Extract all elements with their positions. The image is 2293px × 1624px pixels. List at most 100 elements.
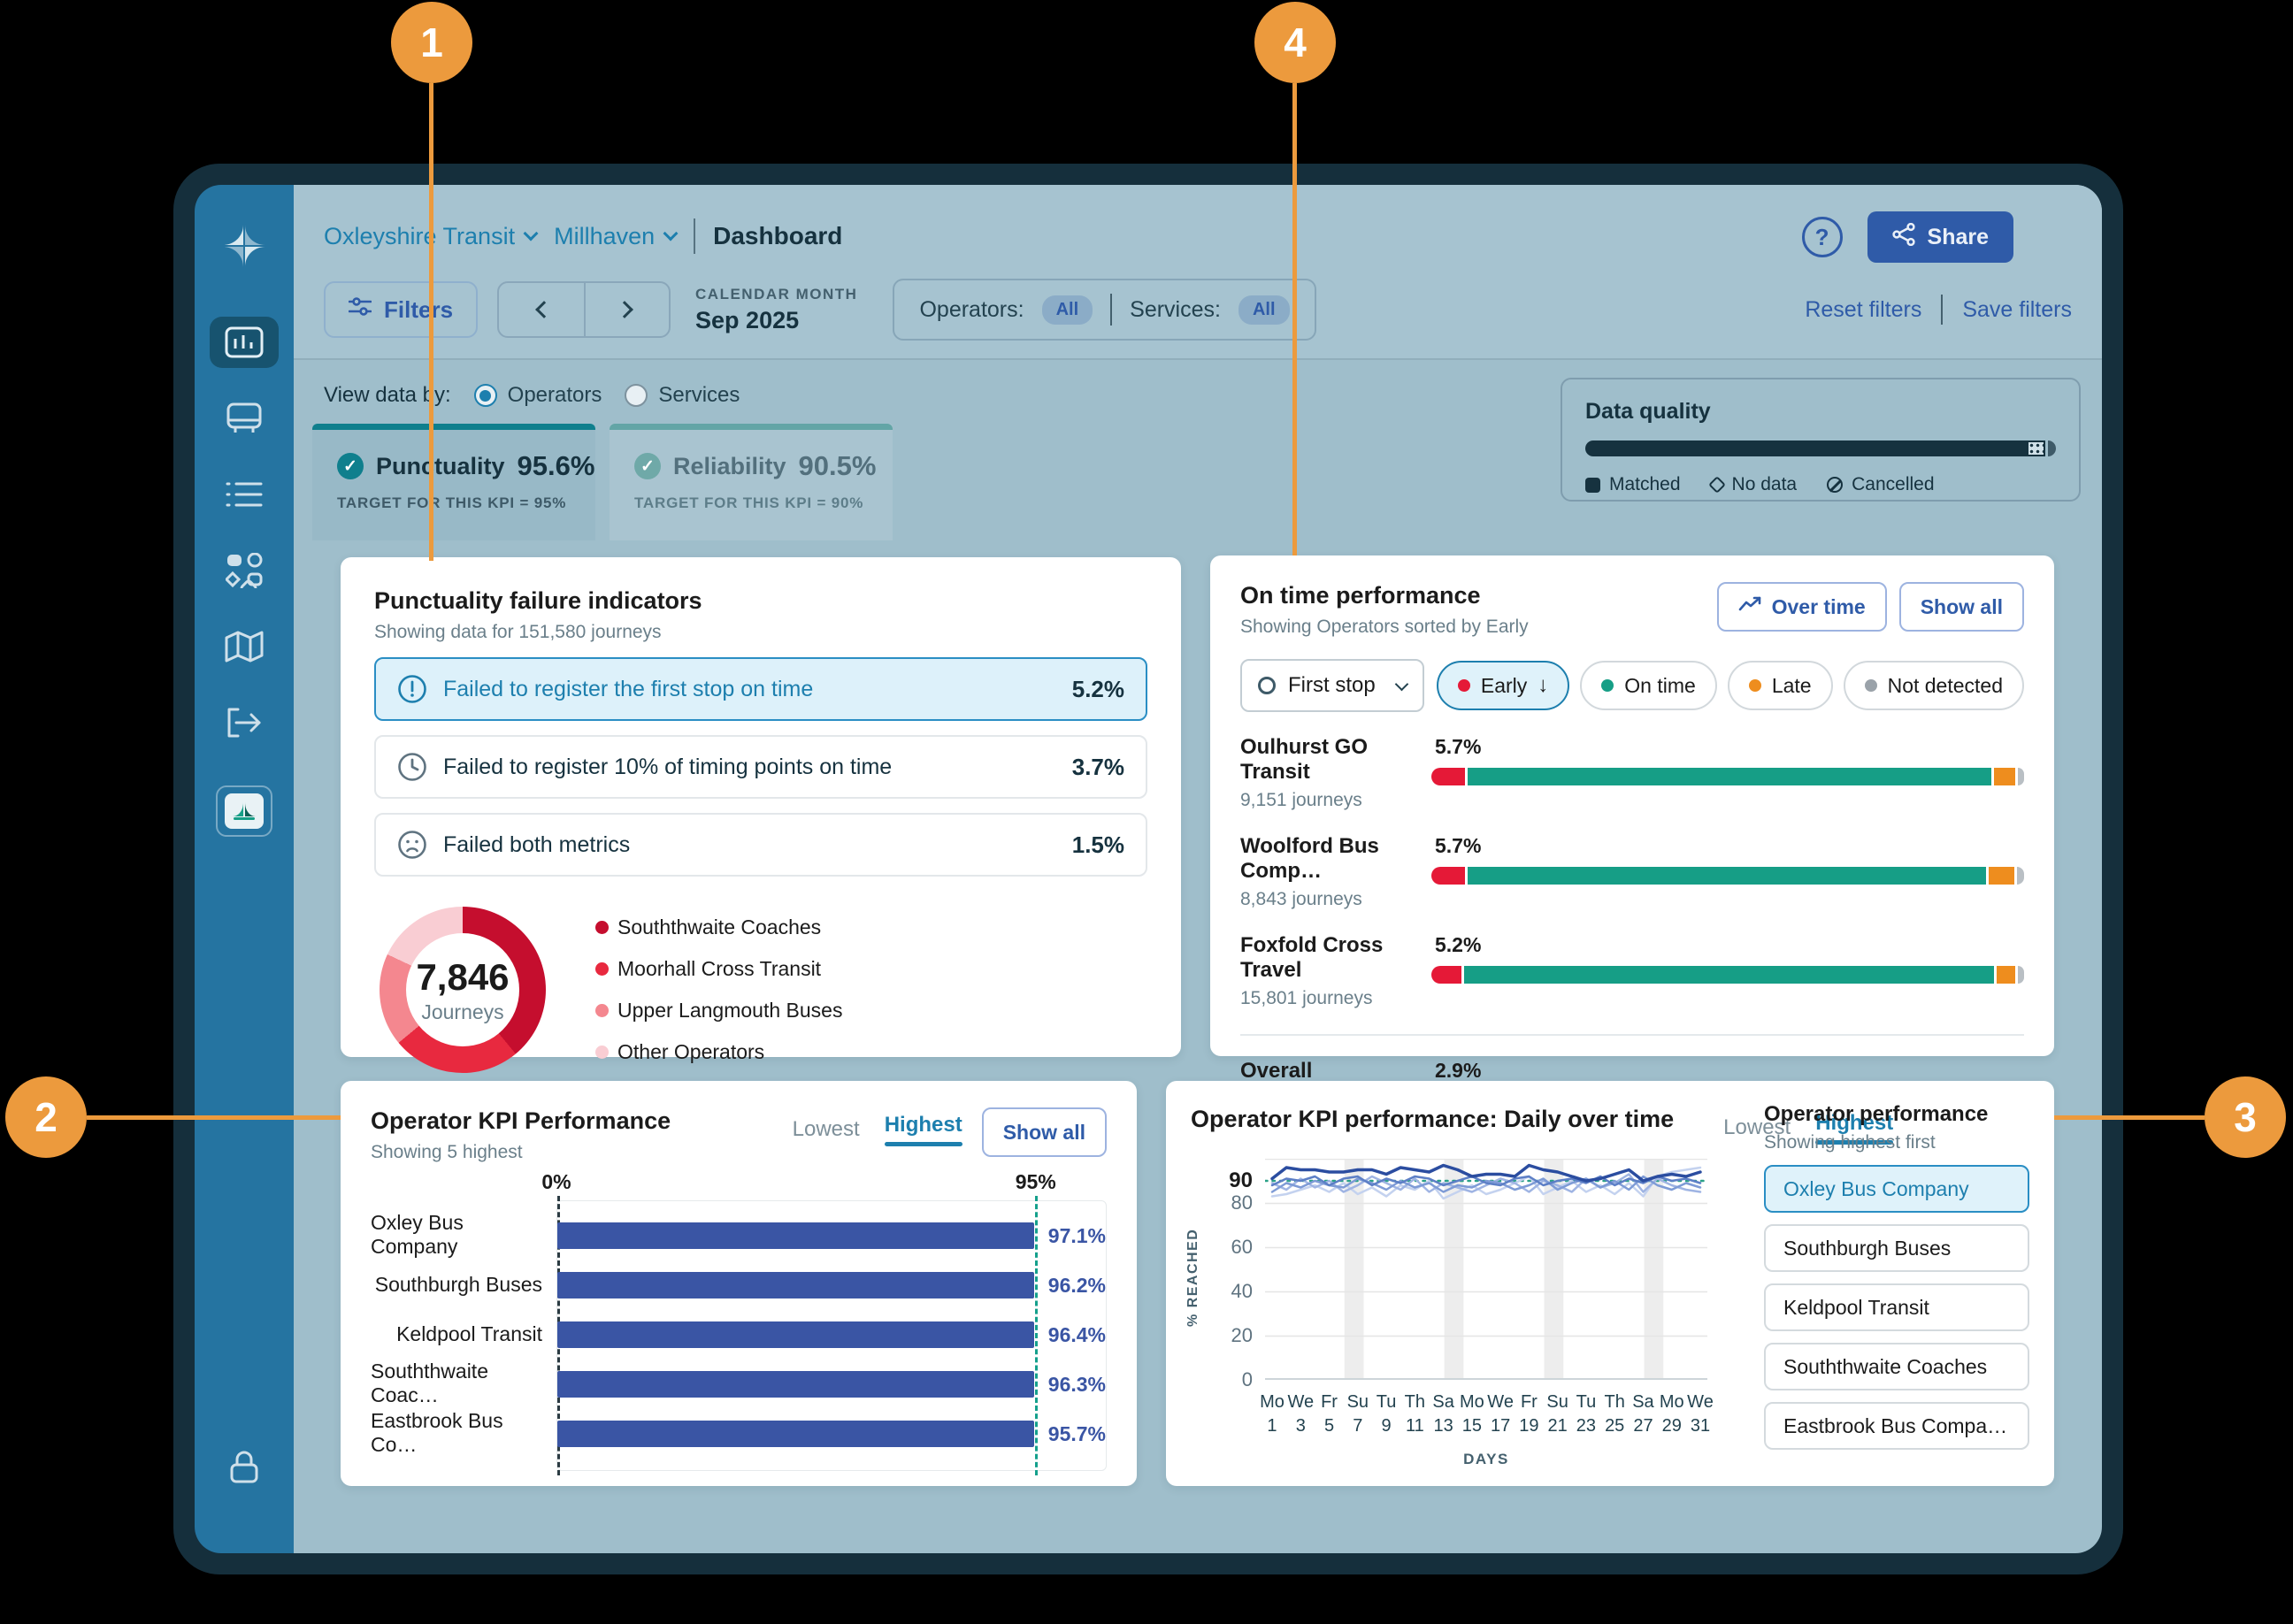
bar-chart-icon <box>225 326 264 358</box>
alert-circle-icon <box>397 674 427 704</box>
callout-1-line <box>429 83 433 561</box>
bar-names: Oxley Bus CompanySouthburgh BusesKeldpoo… <box>371 1200 556 1471</box>
bar-category-label: Southburgh Buses <box>371 1271 556 1298</box>
sidebar-item-vehicles[interactable] <box>210 393 279 444</box>
chevron-right-icon <box>616 301 633 318</box>
reset-filters-link[interactable]: Reset filters <box>1805 297 1921 323</box>
failure-label: Failed both metrics <box>443 832 630 858</box>
donut-legend-item: Moorhall Cross Transit <box>595 957 842 981</box>
radio-services[interactable]: Services <box>625 383 740 408</box>
sidebar <box>195 185 294 1553</box>
sidebar-item-components[interactable] <box>210 545 279 596</box>
tab-punctuality[interactable]: ✓ Punctuality 95.6% TARGET FOR THIS KPI … <box>312 424 595 540</box>
tab-reliability[interactable]: ✓ Reliability 90.5% TARGET FOR THIS KPI … <box>610 424 893 540</box>
otp-operator: Woolford Bus Comp…8,843 journeys <box>1240 834 1431 910</box>
sidebar-item-app-badge[interactable] <box>216 785 272 837</box>
bar-value-label: 96.2% <box>1048 1274 1106 1298</box>
x-tick-label: Sa13 <box>1432 1390 1453 1438</box>
bar-category-label: Keldpool Transit <box>371 1321 556 1347</box>
sidebar-item-map[interactable] <box>210 621 279 672</box>
lock-icon <box>229 1451 259 1484</box>
kpi-tabs: ✓ Punctuality 95.6% TARGET FOR THIS KPI … <box>312 424 893 540</box>
operator-list-item[interactable]: Keldpool Transit <box>1764 1283 2029 1331</box>
otp-stacked-bar <box>1431 867 2024 885</box>
services-all-chip[interactable]: All <box>1239 295 1290 325</box>
bar-value-label: 97.1% <box>1048 1224 1106 1248</box>
region-selector[interactable]: Millhaven <box>554 223 676 250</box>
y-tick-label: 40 <box>1231 1280 1253 1303</box>
callout-4-line <box>1292 83 1297 555</box>
operator-list-item[interactable]: Oxley Bus Company <box>1764 1165 2029 1213</box>
operator-performance-panel: Operator performance Showing highest fir… <box>1764 1102 2029 1450</box>
x-tick-label: We17 <box>1487 1390 1514 1438</box>
operators-all-chip[interactable]: All <box>1042 295 1093 325</box>
frown-icon <box>397 830 427 860</box>
operator-list-item[interactable]: Southburgh Buses <box>1764 1224 2029 1272</box>
early-segment <box>1431 867 1465 885</box>
stop-type-dropdown[interactable]: First stop <box>1240 659 1424 712</box>
early-percent-label: 2.9% <box>1435 1059 2024 1083</box>
journeys-count: 9,151 journeys <box>1240 790 1431 811</box>
y-tick-label: 90 <box>1229 1168 1253 1193</box>
brand-logo-icon <box>220 222 268 274</box>
operator-list-item[interactable]: Eastbrook Bus Compa… <box>1764 1402 2029 1450</box>
highest-toggle[interactable]: Highest <box>885 1113 962 1146</box>
operator-name: Oulhurst GO Transit <box>1240 735 1431 785</box>
callout-2-line <box>87 1115 341 1120</box>
early-segment <box>1431 966 1461 984</box>
previous-month-button[interactable] <box>499 283 584 336</box>
x-tick-label: Fr5 <box>1321 1390 1338 1438</box>
journeys-donut-chart: 7,846 Journeys <box>380 907 546 1073</box>
main-content: Oxleyshire Transit Millhaven Dashboard ?… <box>294 185 2102 1553</box>
page-title: Dashboard <box>713 222 842 250</box>
early-percent-label: 5.7% <box>1435 834 2024 858</box>
save-filters-link[interactable]: Save filters <box>1962 297 2072 323</box>
filters-button[interactable]: Filters <box>324 281 478 338</box>
x-tick-label: Mo29 <box>1660 1390 1684 1438</box>
stop-circle-icon <box>1258 677 1276 694</box>
failure-indicator-row[interactable]: Failed both metrics 1.5% <box>374 813 1147 877</box>
sidebar-item-lock[interactable] <box>210 1442 279 1493</box>
y-tick-label: 60 <box>1231 1236 1253 1259</box>
x-tick-label: Su21 <box>1546 1390 1568 1438</box>
x-tick-label: Mo1 <box>1260 1390 1285 1438</box>
breadcrumb: Oxleyshire Transit Millhaven Dashboard <box>324 218 842 254</box>
on-time-performance-card: On time performance Showing Operators so… <box>1210 555 2054 1056</box>
sidebar-item-list[interactable] <box>210 469 279 520</box>
otp-row: Oulhurst GO Transit 9,151 journeys 5.7% <box>1240 735 2024 811</box>
early-percent-label: 5.7% <box>1435 735 2024 759</box>
sidebar-item-sign-out[interactable] <box>210 697 279 748</box>
show-all-button[interactable]: Show all <box>1899 582 2024 632</box>
operator-list-item[interactable]: Souththwaite Coaches <box>1764 1343 2029 1390</box>
status-pill-early[interactable]: Early↓ <box>1437 661 1569 710</box>
kpi-bar <box>557 1421 1034 1447</box>
help-button[interactable]: ? <box>1802 217 1843 257</box>
otp-bar-zone: 5.2% <box>1431 933 2024 1009</box>
operator-name: Overall <box>1240 1059 1431 1084</box>
y-ticks: 90806040200 <box>1207 1159 1253 1380</box>
radio-operators[interactable]: Operators <box>474 383 602 408</box>
next-month-button[interactable] <box>584 283 669 336</box>
kpi-bar <box>557 1371 1034 1398</box>
failure-indicator-row[interactable]: Failed to register 10% of timing points … <box>374 735 1147 799</box>
bus-icon <box>225 402 264 435</box>
share-button[interactable]: Share <box>1867 211 2013 263</box>
status-pill-on-time[interactable]: On time <box>1580 661 1717 710</box>
trend-line-icon <box>1738 595 1761 619</box>
sidebar-item-dashboard[interactable] <box>210 317 279 368</box>
x-tick-label: We31 <box>1687 1390 1714 1438</box>
otp-row: Foxfold Cross Travel15,801 journeys5.2% <box>1240 933 2024 1009</box>
legend-dot-icon <box>595 1004 609 1017</box>
failure-value: 1.5% <box>1072 831 1124 859</box>
show-all-button[interactable]: Show all <box>982 1107 1107 1157</box>
failure-label: Failed to register 10% of timing points … <box>443 755 892 780</box>
not-detected-segment <box>2018 768 2024 785</box>
x-tick-label: Su7 <box>1347 1390 1369 1438</box>
lowest-toggle[interactable]: Lowest <box>793 1117 860 1142</box>
status-pill-late[interactable]: Late <box>1728 661 1833 710</box>
bar-rows: 97.1%96.2%96.4%96.3%95.7% <box>557 1201 1106 1447</box>
status-pill-not-detected[interactable]: Not detected <box>1844 661 2024 710</box>
matched-segment <box>1585 440 2027 456</box>
failure-indicator-row[interactable]: Failed to register the first stop on tim… <box>374 657 1147 721</box>
over-time-button[interactable]: Over time <box>1717 582 1887 632</box>
